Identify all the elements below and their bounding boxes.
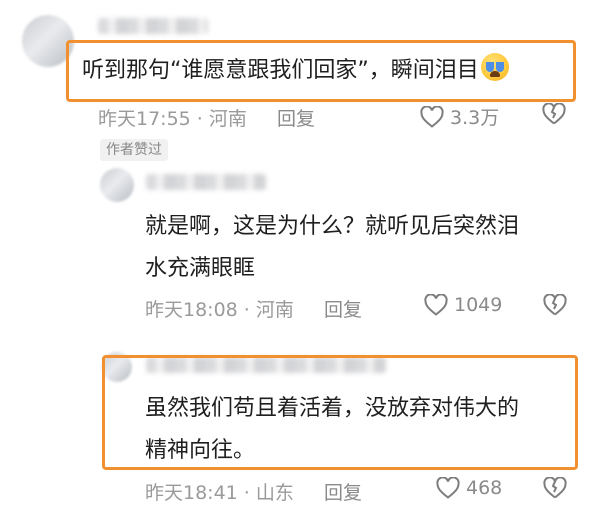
comment-meta: 昨天18:41 · 山东 回复 <box>145 478 362 505</box>
author-liked-badge: 作者赞过 <box>100 139 168 161</box>
dislike-button[interactable] <box>543 294 567 316</box>
comment-location: 山东 <box>255 482 294 504</box>
comment-text: 听到那句“谁愿意跟我们回家”，瞬间泪目 <box>82 50 509 92</box>
comment-meta: 昨天17:55 · 河南 回复 <box>98 104 315 131</box>
comment-time: 昨天18:08 <box>145 299 238 321</box>
reply-button[interactable]: 回复 <box>324 482 362 504</box>
broken-heart-icon <box>543 294 567 316</box>
comment-text-line: 精神向往。 <box>145 438 256 463</box>
meta-separator: · <box>237 299 256 321</box>
dislike-button[interactable] <box>543 477 567 499</box>
comment-text: 就是啊，这是为什么？就听见后突然泪 水充满眼眶 <box>145 206 519 290</box>
comment-text-line: 虽然我们苟且着活着，没放弃对伟大的 <box>145 396 520 421</box>
comment-text: 虽然我们苟且着活着，没放弃对伟大的 精神向往。 <box>145 388 519 472</box>
heart-icon <box>420 105 444 128</box>
loudly-crying-face-icon <box>480 53 509 81</box>
comment-text-content: 听到那句“谁愿意跟我们回家”，瞬间泪目 <box>82 58 479 83</box>
commenter-username[interactable] <box>146 174 266 190</box>
like-button[interactable]: 468 <box>436 477 502 499</box>
heart-icon <box>424 294 448 316</box>
broken-heart-icon <box>542 103 566 125</box>
dislike-button[interactable] <box>542 103 566 125</box>
meta-separator: · <box>237 482 256 504</box>
like-count: 3.3万 <box>450 107 500 129</box>
comment-location: 河南 <box>255 299 294 321</box>
reply-button[interactable]: 回复 <box>324 299 362 321</box>
reply-button[interactable]: 回复 <box>277 108 315 130</box>
broken-heart-icon <box>543 477 567 499</box>
comment-time: 昨天18:41 <box>145 482 238 504</box>
like-count: 1049 <box>454 294 503 316</box>
comment-text-line: 水充满眼眶 <box>145 256 256 281</box>
like-button[interactable]: 3.3万 <box>420 103 499 130</box>
meta-separator: · <box>190 108 209 130</box>
like-count: 468 <box>466 477 503 499</box>
comment-text-line: 就是啊，这是为什么？就听见后突然泪 <box>145 214 520 239</box>
comment-meta: 昨天18:08 · 河南 回复 <box>145 295 362 322</box>
commenter-avatar[interactable] <box>100 168 134 202</box>
heart-icon <box>436 477 460 499</box>
like-button[interactable]: 1049 <box>424 294 502 316</box>
commenter-username[interactable] <box>98 18 208 34</box>
comment-time: 昨天17:55 <box>98 108 191 130</box>
comment-location: 河南 <box>208 108 247 130</box>
